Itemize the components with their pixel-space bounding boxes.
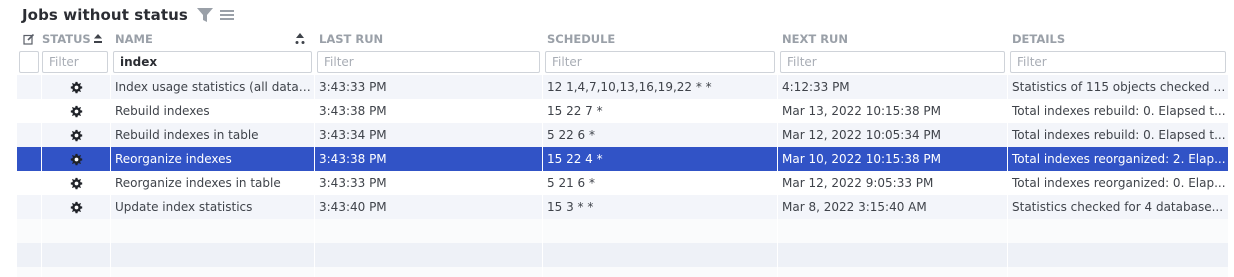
next-run-cell: Mar 10, 2022 10:15:38 PM [778,147,1008,171]
table-row[interactable]: Rebuild indexes in table 3:43:34 PM 5 22… [17,123,1228,147]
name-cell: Update index statistics [111,195,315,219]
column-header-name[interactable]: NAME [111,29,315,49]
schedule-cell: 15 22 7 * [543,99,778,123]
header-row: STATUS NAME LAST RUN SCHEDULE NEXT RUN D… [17,29,1228,49]
gear-icon [70,177,82,190]
status-cell [42,99,111,123]
name-cell: Rebuild indexes in table [111,123,315,147]
column-header-next-run[interactable]: NEXT RUN [778,29,1008,49]
name-cell: Index usage statistics (all databases) [111,75,315,99]
details-cell: Total indexes rebuild: 0. Elapsed t... [1012,104,1226,118]
row-select-cell[interactable] [17,147,42,171]
next-run-cell: Mar 13, 2022 10:15:38 PM [778,99,1008,123]
column-header-schedule[interactable]: SCHEDULE [543,29,778,49]
column-header-next-run-label: NEXT RUN [782,32,849,46]
column-header-status[interactable]: STATUS [42,29,111,49]
sort-asc-icon[interactable] [94,34,102,44]
name-cell: Rebuild indexes [111,99,315,123]
schedule-cell: 15 3 * * [543,195,778,219]
select-filter-field[interactable] [19,51,39,73]
gear-icon [70,105,82,118]
gear-icon [70,201,82,214]
last-run-cell: 3:43:33 PM [315,171,543,195]
status-cell [42,123,111,147]
empty-row [17,243,1228,267]
row-select-cell[interactable] [17,195,42,219]
status-cell [42,75,111,99]
status-cell [42,171,111,195]
status-cell [42,195,111,219]
name-cell: Reorganize indexes in table [111,171,315,195]
gear-icon [70,81,82,94]
column-header-last-run[interactable]: LAST RUN [315,29,543,49]
empty-row [17,219,1228,243]
details-filter-input[interactable] [1010,51,1226,73]
details-cell: Statistics checked for 4 database... [1012,200,1224,214]
table-row[interactable]: Index usage statistics (all databases) 3… [17,75,1228,99]
next-run-cell: Mar 8, 2022 3:15:40 AM [778,195,1008,219]
gear-icon [70,153,82,166]
next-run-filter-input[interactable] [780,51,1005,73]
column-header-details-label: DETAILS [1012,32,1066,46]
column-header-status-label: STATUS [42,32,91,46]
edit-icon[interactable] [23,33,35,45]
filter-icon[interactable] [196,6,214,24]
last-run-cell: 3:43:38 PM [315,99,543,123]
menu-icon[interactable] [218,6,236,24]
empty-row [17,267,1228,277]
details-cell: Statistics of 115 objects checked (... [1012,80,1228,94]
schedule-cell: 5 21 6 * [543,171,778,195]
table-row-selected[interactable]: Reorganize indexes 3:43:38 PM 15 22 4 * … [17,147,1228,171]
filter-row [17,50,1228,75]
title-bar: Jobs without status [22,4,236,26]
last-run-filter-input[interactable] [317,51,540,73]
status-cell [42,147,111,171]
column-header-name-label: NAME [115,32,153,46]
schedule-cell: 12 1,4,7,10,13,16,19,22 * * [543,75,778,99]
column-header-details[interactable]: DETAILS [1008,29,1228,49]
status-filter-input[interactable] [42,51,108,73]
row-select-cell[interactable] [17,99,42,123]
table-row[interactable]: Update index statistics 3:43:40 PM 15 3 … [17,195,1228,219]
row-select-cell[interactable] [17,123,42,147]
name-filter-input[interactable] [113,51,312,73]
last-run-cell: 3:43:40 PM [315,195,543,219]
next-run-cell: 4:12:33 PM [778,75,1008,99]
next-run-cell: Mar 12, 2022 10:05:34 PM [778,123,1008,147]
column-header-schedule-label: SCHEDULE [547,32,616,46]
last-run-cell: 3:43:38 PM [315,147,543,171]
last-run-cell: 3:43:34 PM [315,123,543,147]
row-select-cell[interactable] [17,171,42,195]
gear-icon [70,129,82,142]
details-cell: Total indexes reorganized: 2. Elap... [1012,152,1226,166]
table-row[interactable]: Reorganize indexes in table 3:43:33 PM 5… [17,171,1228,195]
name-cell: Reorganize indexes [111,147,315,171]
schedule-cell: 15 22 4 * [543,147,778,171]
row-select-cell[interactable] [17,75,42,99]
details-cell: Total indexes reorganized: 0. Elap... [1012,176,1226,190]
details-cell: Total indexes rebuild: 0. Elapsed t... [1012,128,1226,142]
schedule-cell: 5 22 6 * [543,123,778,147]
sort-toggle-icon[interactable] [295,33,305,45]
schedule-filter-input[interactable] [545,51,775,73]
page-title: Jobs without status [22,6,188,24]
column-header-last-run-label: LAST RUN [319,32,384,46]
next-run-cell: Mar 12, 2022 9:05:33 PM [778,171,1008,195]
edit-column-header[interactable] [17,29,42,49]
table-row[interactable]: Rebuild indexes 3:43:38 PM 15 22 7 * Mar… [17,99,1228,123]
last-run-cell: 3:43:33 PM [315,75,543,99]
